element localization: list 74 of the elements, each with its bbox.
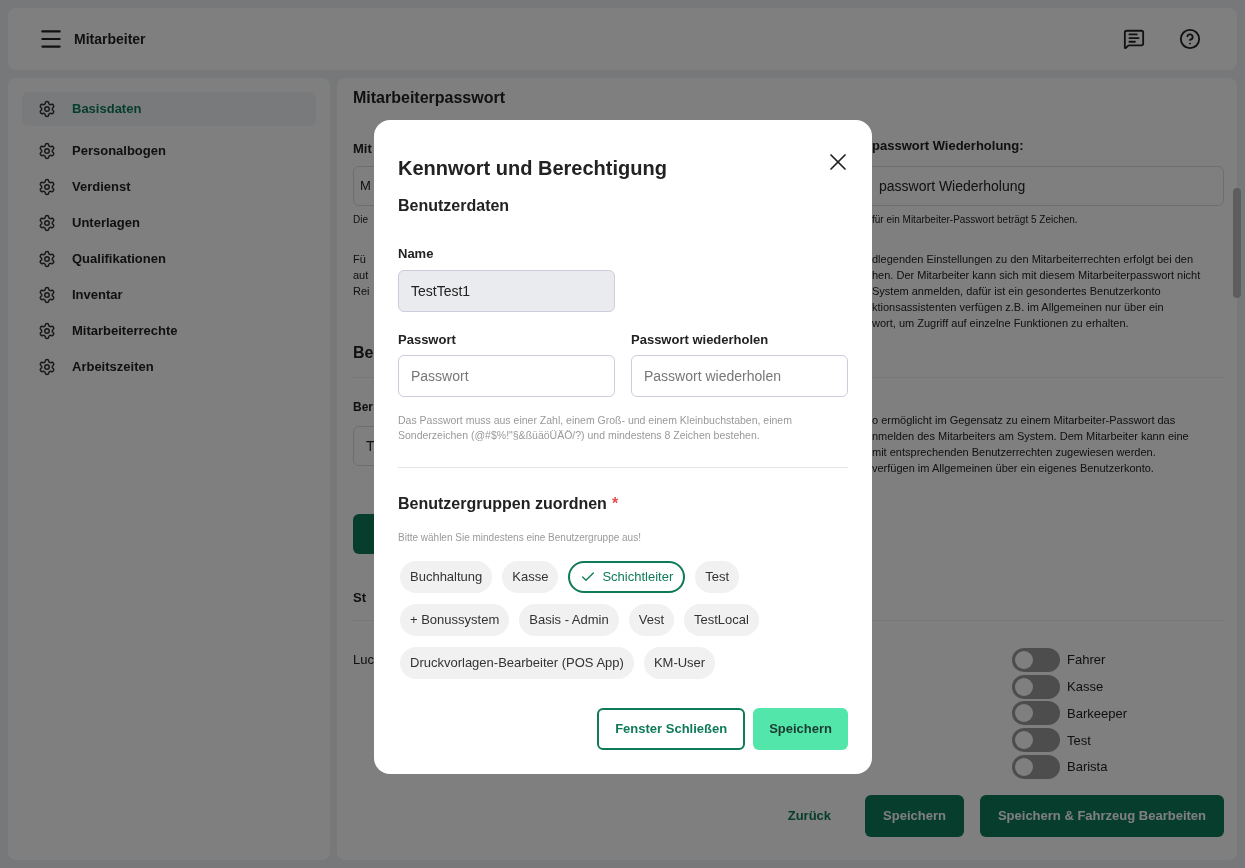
dialog-button[interactable]: Fenster Schließen bbox=[597, 708, 746, 750]
toggle-switch[interactable] bbox=[1012, 647, 1060, 672]
toggle-label: Fahrer bbox=[1067, 651, 1106, 670]
sidebar-item[interactable]: Inventar bbox=[22, 278, 316, 312]
paragraph-line: hen. Der Mitarbeiter kann sich mit diesem Mitarbeiterpasswort nicht bbox=[872, 268, 1201, 283]
sidebar-item[interactable]: Verdienst bbox=[22, 170, 316, 204]
gear-icon bbox=[38, 358, 56, 376]
password-repeat-field[interactable]: Passwort wiederholen bbox=[631, 355, 848, 397]
toggle-label: Kasse bbox=[1067, 677, 1104, 696]
sidebar-item[interactable]: Personalbogen bbox=[22, 134, 316, 168]
chat-icon[interactable] bbox=[1123, 28, 1145, 50]
toggle-label: Barkeeper bbox=[1067, 704, 1127, 723]
paragraph-line: Rei bbox=[353, 284, 370, 299]
field-label: passwort Wiederholung: bbox=[872, 137, 1024, 155]
field-label: Name bbox=[398, 245, 435, 263]
toggle-label: Barista bbox=[1067, 758, 1108, 777]
footer-button[interactable]: Speichern bbox=[865, 794, 964, 837]
paragraph-line: o ermöglicht im Gegensatz zu einem Mitarbeiter-Passwort das bbox=[872, 413, 1177, 428]
name-field[interactable]: TestTest1 bbox=[398, 269, 615, 312]
gear-icon bbox=[38, 286, 56, 304]
paragraph-line: System anmelden, dafür ist ein gesondertes Benutzerkonto bbox=[872, 284, 1162, 299]
paragraph-line: verfügen im Allgemeinen über ein eigenes Benutzerkonto. bbox=[872, 461, 1155, 476]
group-chip[interactable]: Schichtleiter bbox=[568, 561, 686, 593]
paragraph-line: ktionsassistenten verfügen z.B. im Allgemeinen nur über ein bbox=[872, 300, 1165, 315]
group-chip[interactable]: Vest bbox=[628, 604, 675, 636]
toggle-switch[interactable] bbox=[1012, 674, 1060, 699]
dialog-button[interactable]: Speichern bbox=[753, 708, 848, 750]
toggle-switch[interactable] bbox=[1012, 728, 1060, 753]
field-label: Luc bbox=[353, 651, 374, 667]
group-chip[interactable]: Buchhaltung bbox=[400, 561, 493, 593]
footer-button[interactable]: Speichern & Fahrzeug Bearbeiten bbox=[979, 794, 1224, 837]
sidebar-item[interactable]: Mitarbeiterrechte bbox=[22, 314, 316, 348]
sidebar-item[interactable]: Unterlagen bbox=[22, 206, 316, 240]
gear-icon bbox=[38, 142, 56, 160]
gear-icon bbox=[38, 322, 56, 340]
field-label: Ber bbox=[353, 399, 373, 416]
sidebar-item[interactable]: Qualifikationen bbox=[22, 242, 316, 276]
groups-title: Benutzergruppen zuordnen bbox=[398, 494, 607, 514]
paragraph-line: mit entsprechenden Benutzerrechten zugewiesen werden. bbox=[872, 445, 1157, 460]
group-chip[interactable]: + Bonussystem bbox=[400, 604, 510, 636]
section-title: Mitarbeiterpasswort bbox=[353, 88, 507, 108]
paragraph-line: nmelden des Mitarbeiters am System. Dem Mitarbeiter kann eine bbox=[872, 429, 1189, 444]
toggle-switch[interactable] bbox=[1012, 755, 1060, 780]
gear-icon bbox=[38, 214, 56, 232]
group-chip[interactable]: Basis - Admin bbox=[519, 604, 619, 636]
toggle-switch[interactable] bbox=[1012, 701, 1060, 726]
hint-text: für ein Mitarbeiter-Passwort beträgt 5 Zeichen. bbox=[872, 213, 1078, 227]
hint-text: Die bbox=[353, 214, 368, 225]
password-hint: Das Passwort muss aus einer Zahl, einem Groß- und einem Kleinbuchstaben, einem Sonderzeichen (@#$%!"§&ßüäöÜÄÖ/?) und mindestens 8 Zeichen bestehen. bbox=[398, 413, 793, 443]
gear-icon bbox=[38, 100, 56, 118]
paragraph-line: dlegenden Einstellungen zu den Mitarbeiterrechten erfolgt bei den bbox=[872, 252, 1195, 267]
sidebar-item[interactable]: Basisdaten bbox=[22, 92, 316, 126]
required-mark: * bbox=[611, 494, 619, 514]
paragraph-line: aut bbox=[353, 268, 369, 283]
help-icon[interactable] bbox=[1179, 28, 1201, 50]
group-chip[interactable]: Druckvorlagen-Bearbeiter (POS App) bbox=[400, 647, 634, 679]
gear-icon bbox=[38, 178, 56, 196]
dialog-subtitle: Benutzerdaten bbox=[398, 196, 511, 216]
group-chip[interactable]: TestLocal bbox=[684, 604, 759, 636]
group-chip[interactable]: Test bbox=[695, 561, 740, 593]
password-field[interactable]: Passwort bbox=[398, 355, 615, 397]
gear-icon bbox=[38, 250, 56, 268]
groups-hint: Bitte wählen Sie mindestens eine Benutzergruppe aus! bbox=[398, 531, 642, 545]
footer-button[interactable]: Zurück bbox=[769, 794, 850, 837]
toggle-label: Test bbox=[1067, 731, 1091, 750]
paragraph-line: wort, um Zugriff auf einzelne Funktionen zu erhalten. bbox=[872, 316, 1130, 331]
page-title: Mitarbeiter bbox=[74, 29, 146, 49]
scrollbar[interactable] bbox=[1233, 188, 1241, 298]
paragraph-line: Fü bbox=[353, 252, 366, 267]
sidebar-item[interactable]: Arbeitszeiten bbox=[22, 350, 316, 384]
group-chip[interactable]: KM-User bbox=[643, 647, 716, 679]
field-label: Mit bbox=[353, 141, 372, 156]
dialog-title: Kennwort und Berechtigung bbox=[398, 156, 667, 181]
group-chip[interactable]: Kasse bbox=[502, 561, 559, 593]
